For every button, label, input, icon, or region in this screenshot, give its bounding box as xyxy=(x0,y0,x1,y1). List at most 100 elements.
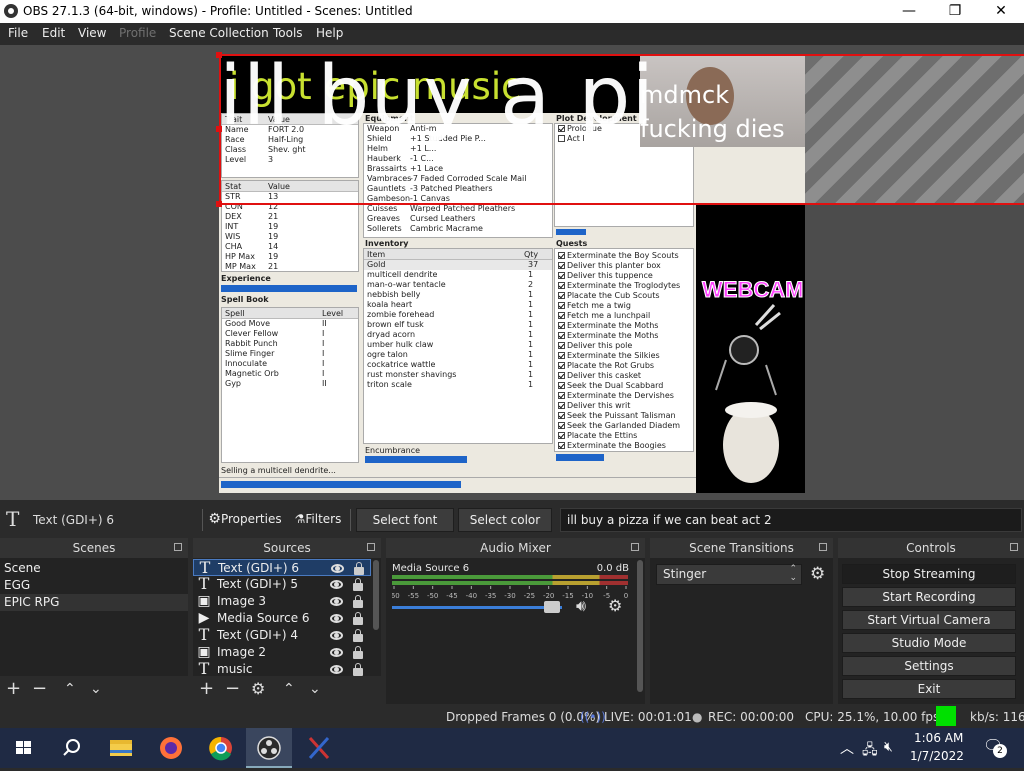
game-taskbar-button[interactable] xyxy=(296,728,342,768)
visibility-eye-icon[interactable] xyxy=(330,631,343,640)
dock-float-icon[interactable] xyxy=(174,543,182,551)
menu-help[interactable]: Help xyxy=(316,26,343,40)
equipment-item: Cambric Macrame xyxy=(410,224,483,233)
gear-icon[interactable]: ⚙ xyxy=(810,564,825,584)
gear-icon[interactable]: ⚙ xyxy=(608,596,622,615)
move-down-icon[interactable]: ⌄ xyxy=(309,680,321,698)
source-item[interactable]: Tmusic xyxy=(193,661,371,677)
visibility-eye-icon[interactable] xyxy=(330,648,343,657)
move-down-icon[interactable]: ⌄ xyxy=(90,680,102,698)
remove-source-icon[interactable]: − xyxy=(225,680,240,698)
encumbrance-bar xyxy=(365,456,468,463)
settings-button[interactable]: Settings xyxy=(842,656,1016,676)
select-font-button[interactable]: Select font xyxy=(356,508,454,532)
text-content-input[interactable]: ill buy a pizza if we can beat act 2 xyxy=(560,508,1022,532)
menu-file[interactable]: File xyxy=(8,26,28,40)
dock-float-icon[interactable] xyxy=(367,543,375,551)
file-explorer-button[interactable] xyxy=(98,728,144,768)
gear-icon[interactable]: ⚙ xyxy=(251,680,265,698)
start-recording-button[interactable]: Start Recording xyxy=(842,587,1016,607)
volume-muted-icon[interactable]: 🔇︎ xyxy=(884,739,893,755)
minimize-button[interactable]: — xyxy=(886,0,932,23)
volume-slider-handle[interactable] xyxy=(543,601,560,613)
preview-canvas[interactable]: Trait Value Name FORT 2.0 Race Half-Ling Clas… xyxy=(219,55,805,493)
properties-button[interactable]: ⚙Properties xyxy=(206,508,284,532)
firefox-button[interactable] xyxy=(148,728,194,768)
experience-label: Experience xyxy=(221,274,271,283)
visibility-eye-icon[interactable] xyxy=(330,665,343,674)
lock-icon[interactable] xyxy=(353,595,363,608)
source-item[interactable]: ▣ Image 2 xyxy=(193,644,371,661)
filters-button[interactable]: ⚗Filters xyxy=(290,508,346,532)
dock-float-icon[interactable] xyxy=(631,543,639,551)
close-button[interactable]: ✕ xyxy=(978,0,1024,23)
add-source-icon[interactable]: + xyxy=(199,680,214,698)
sources-scrollbar[interactable] xyxy=(373,560,379,630)
play-icon: ▶ xyxy=(198,610,210,626)
menu-profile[interactable]: Profile xyxy=(119,26,156,40)
stop-streaming-button[interactable]: Stop Streaming xyxy=(842,564,1016,584)
network-icon[interactable]: 🖧︎ xyxy=(862,739,878,763)
dock-float-icon[interactable] xyxy=(1010,543,1018,551)
volume-slider-track[interactable] xyxy=(392,606,562,609)
lock-icon[interactable] xyxy=(353,646,363,659)
text-icon: T xyxy=(198,574,210,593)
char-trait: Class xyxy=(225,145,247,154)
clock-time[interactable]: 1:06 AM xyxy=(914,731,963,745)
stat-name: STR xyxy=(225,192,241,201)
menu-tools[interactable]: Tools xyxy=(273,26,303,40)
scene-item-epic-rpg[interactable]: EPIC RPG xyxy=(0,594,188,611)
webcam-overlay-text-2: fucking dies xyxy=(640,115,785,143)
stat-value: 19 xyxy=(268,232,279,241)
source-item[interactable]: T Text (GDI+) 6 xyxy=(193,559,371,576)
quest-name: Deliver this casket xyxy=(567,371,642,380)
transition-select[interactable]: Stinger ⌃ ⌄ xyxy=(656,564,802,585)
select-color-button[interactable]: Select color xyxy=(458,508,552,532)
chevron-up-icon[interactable]: ︿ xyxy=(840,738,854,758)
quests-panel: Exterminate the Boy Scouts Deliver this p… xyxy=(554,248,694,452)
source-item[interactable]: ▶ Media Source 6 xyxy=(193,610,371,627)
exit-button[interactable]: Exit xyxy=(842,679,1016,699)
add-scene-icon[interactable]: + xyxy=(6,680,21,698)
speaker-icon[interactable]: 🔊︎ xyxy=(576,596,586,616)
lock-icon[interactable] xyxy=(354,562,364,575)
search-button[interactable] xyxy=(48,728,94,768)
menu-view[interactable]: View xyxy=(78,26,106,40)
move-up-icon[interactable]: ⌃ xyxy=(64,680,76,698)
lock-icon[interactable] xyxy=(353,629,363,642)
inventory-item: nebbish belly xyxy=(367,290,421,299)
lock-icon[interactable] xyxy=(353,663,363,676)
visibility-eye-icon[interactable] xyxy=(330,597,343,606)
menu-scene-collection[interactable]: Scene Collection xyxy=(169,26,269,40)
chrome-button[interactable] xyxy=(198,728,244,768)
visibility-eye-icon[interactable] xyxy=(330,580,343,589)
source-item[interactable]: ▣ Image 3 xyxy=(193,593,371,610)
studio-mode-button[interactable]: Studio Mode xyxy=(842,633,1016,653)
maximize-button[interactable]: ❐ xyxy=(932,0,978,23)
lock-icon[interactable] xyxy=(353,578,363,591)
menu-edit[interactable]: Edit xyxy=(42,26,65,40)
move-up-icon[interactable]: ⌃ xyxy=(283,680,295,698)
source-item[interactable]: T Text (GDI+) 5 xyxy=(193,576,371,593)
quest-row: Exterminate the Moths xyxy=(555,321,693,331)
resize-handle-left[interactable] xyxy=(216,126,222,132)
visibility-eye-icon[interactable] xyxy=(331,564,344,573)
lock-icon[interactable] xyxy=(353,612,363,625)
resize-handle-bottom-left[interactable] xyxy=(216,201,222,207)
meter-tick-label: -30 xyxy=(504,592,515,600)
scene-item-scene[interactable]: Scene xyxy=(0,560,188,577)
dock-float-icon[interactable] xyxy=(819,543,827,551)
resize-handle-top-left[interactable] xyxy=(216,52,222,58)
mixer-scrollbar[interactable] xyxy=(637,560,643,692)
clock-date[interactable]: 1/7/2022 xyxy=(910,749,964,763)
remove-scene-icon[interactable]: − xyxy=(32,680,47,698)
scene-item-egg[interactable]: EGG xyxy=(0,577,188,594)
text-icon: T xyxy=(198,659,210,677)
start-button[interactable] xyxy=(0,728,46,768)
quest-name: Placate the Rot Grubs xyxy=(567,361,655,370)
start-virtual-camera-button[interactable]: Start Virtual Camera xyxy=(842,610,1016,630)
notifications-button[interactable]: 🗨︎ 2 xyxy=(983,736,1007,758)
source-item[interactable]: T Text (GDI+) 4 xyxy=(193,627,371,644)
visibility-eye-icon[interactable] xyxy=(330,614,343,623)
obs-taskbar-button[interactable] xyxy=(246,728,292,768)
